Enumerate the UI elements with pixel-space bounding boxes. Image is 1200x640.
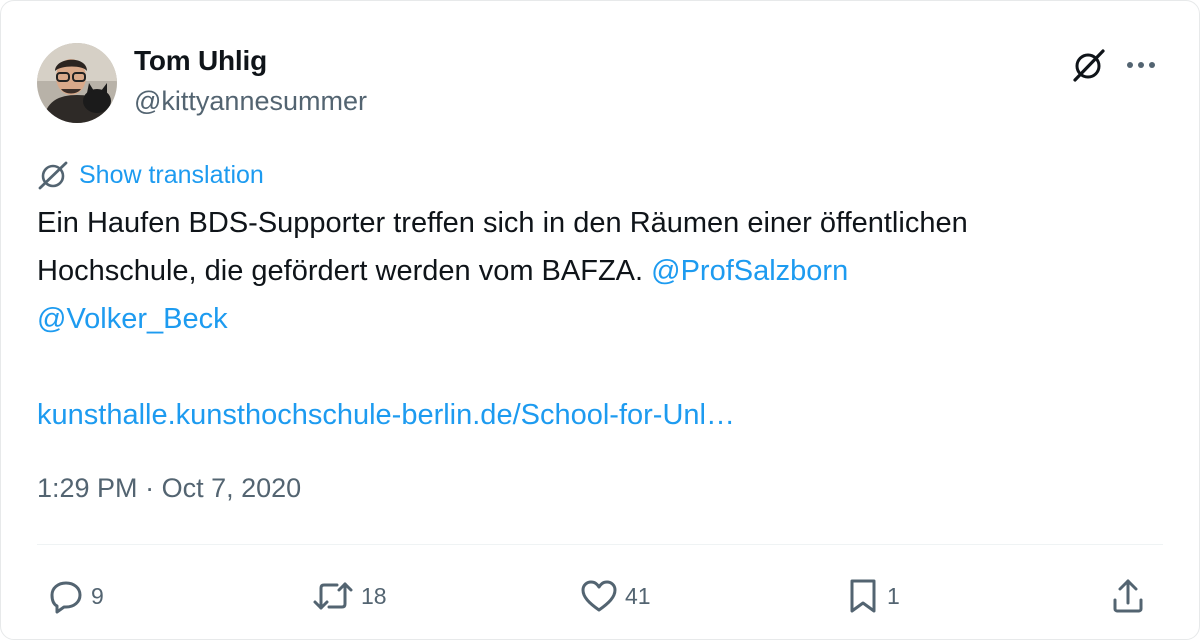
author-handle[interactable]: @kittyannesummer [134,86,367,117]
reply-icon [50,581,82,614]
tweet-text: Ein Haufen BDS-Supporter treffen sich in… [37,199,1167,439]
show-translation-link[interactable]: Show translation [79,161,264,190]
share-button[interactable] [1109,574,1147,618]
retweet-icon [313,582,353,610]
timestamp-time[interactable]: 1:29 PM [37,473,138,503]
mention-prof-salzborn[interactable]: @ProfSalzborn [651,255,848,287]
tweet-line-2-text: Hochschule, die gefördert werden vom BAF… [37,255,652,287]
retweet-count: 18 [361,582,387,609]
translate-icon [37,160,71,190]
bookmark-button[interactable]: 1 [845,574,900,618]
tweet-line-3: @Volker_Beck [37,295,1167,343]
translation-row: Show translation [37,159,264,191]
mention-volker-beck[interactable]: @Volker_Beck [37,303,228,335]
bookmark-count: 1 [887,582,900,609]
reply-count: 9 [91,582,104,609]
like-count: 41 [625,582,651,609]
timestamp-date[interactable]: Oct 7, 2020 [162,473,302,503]
retweet-button[interactable]: 18 [311,574,387,618]
bookmark-icon [850,579,876,613]
timestamp-separator: · [137,473,162,503]
grok-icon[interactable] [1067,43,1111,87]
share-icon [1113,579,1143,613]
author-name[interactable]: Tom Uhlig [134,45,267,77]
tweet-card: Tom Uhlig @kittyannesummer Show translat… [0,0,1200,640]
divider [37,544,1163,545]
avatar[interactable] [37,43,117,123]
more-dots-icon[interactable] [1121,45,1161,85]
heart-icon [581,580,617,612]
tweet-line-5: kunsthalle.kunsthochschule-berlin.de/Sch… [37,391,1167,439]
avatar-image [37,43,117,123]
like-button[interactable]: 41 [579,574,651,618]
tweet-timestamp: 1:29 PM · Oct 7, 2020 [37,473,301,504]
tweet-line-1: Ein Haufen BDS-Supporter treffen sich in… [37,207,968,239]
reply-button[interactable]: 9 [47,574,104,618]
tweet-line-2: Hochschule, die gefördert werden vom BAF… [37,247,1167,295]
tweet-link[interactable]: kunsthalle.kunsthochschule-berlin.de/Sch… [37,399,735,431]
